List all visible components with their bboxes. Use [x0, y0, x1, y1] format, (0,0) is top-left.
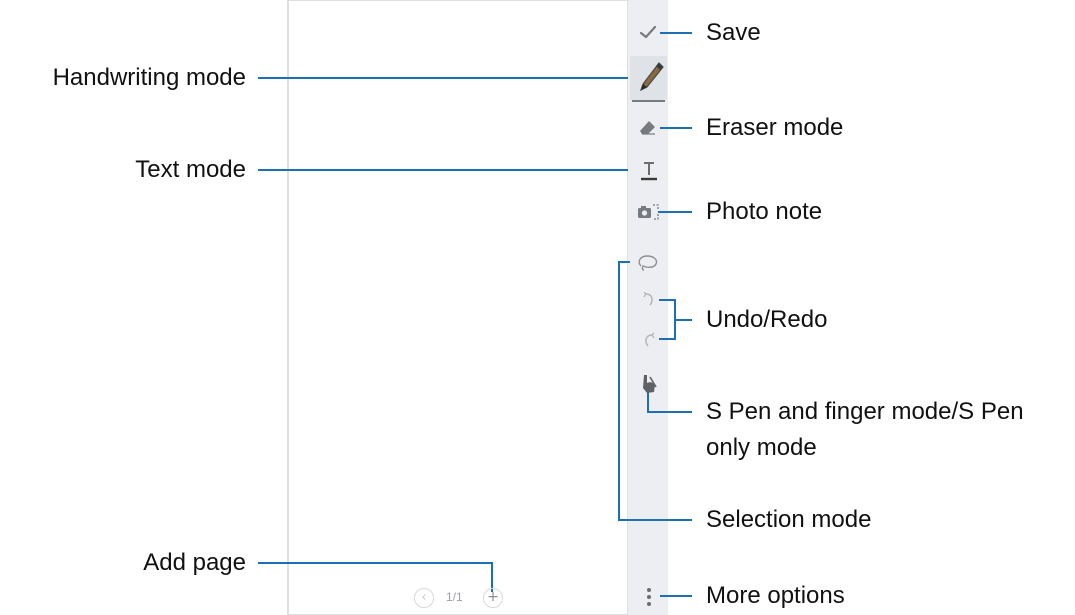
eraser-icon[interactable] — [637, 118, 659, 138]
prev-page-button[interactable]: ‹ — [414, 588, 434, 608]
add-page-button[interactable]: + — [483, 588, 503, 608]
label-photo-note: Photo note — [706, 198, 823, 225]
screen-diagram — [258, 0, 692, 615]
text-icon[interactable] — [637, 158, 661, 182]
label-eraser-mode: Eraser mode — [706, 114, 844, 141]
label-undo-redo: Undo/Redo — [706, 306, 828, 333]
camera-icon[interactable] — [635, 201, 661, 223]
page-indicator: 1/1 — [446, 590, 463, 604]
hand-pen-icon[interactable] — [636, 372, 662, 396]
undo-icon[interactable] — [639, 290, 659, 310]
note-canvas[interactable] — [287, 0, 629, 615]
label-save: Save — [706, 19, 761, 46]
pen-icon[interactable] — [633, 58, 667, 98]
label-selection-mode: Selection mode — [706, 506, 872, 533]
label-handwriting-mode: Handwriting mode — [52, 64, 246, 91]
redo-icon[interactable] — [639, 330, 659, 350]
label-spen-mode-line1: S Pen and finger mode/S Pen — [706, 398, 1024, 425]
label-more-options: More options — [706, 582, 845, 609]
check-icon[interactable] — [636, 20, 660, 44]
page-nav: ‹ 1/1 + — [408, 588, 508, 610]
label-spen-mode-line2: only mode — [706, 434, 817, 461]
more-vertical-icon[interactable] — [640, 584, 658, 610]
label-add-page: Add page — [143, 549, 246, 576]
lasso-icon[interactable] — [636, 251, 660, 273]
label-text-mode: Text mode — [135, 156, 246, 183]
